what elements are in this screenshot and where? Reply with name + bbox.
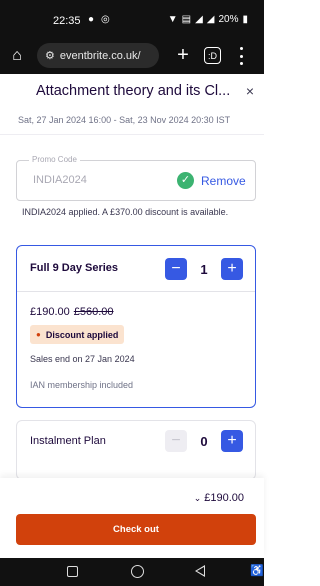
ticket-note: IAN membership included — [30, 380, 134, 390]
volte-icon: ▤ — [181, 14, 192, 25]
promo-code-value[interactable]: INDIA2024 — [33, 174, 87, 186]
order-total: £190.00 — [204, 492, 244, 504]
decrease-quantity-button[interactable]: − — [165, 430, 187, 452]
browser-toolbar: ⌂ ⚙ eventbrite.co.uk/ + :D — [0, 38, 264, 74]
increase-quantity-button[interactable]: + — [221, 258, 243, 280]
back-icon[interactable] — [195, 565, 205, 577]
battery-percent: 20% — [218, 14, 239, 25]
chevron-down-icon: ⌄ — [193, 493, 202, 503]
ticket-price: £190.00 £560.00 — [30, 306, 114, 318]
sales-end-text: Sales end on 27 Jan 2024 — [30, 354, 135, 364]
more-menu-icon[interactable] — [238, 47, 244, 65]
site-settings-icon[interactable]: ⚙ — [45, 49, 55, 62]
event-date-range: Sat, 27 Jan 2024 16:00 - Sat, 23 Nov 202… — [18, 115, 231, 125]
signal-icon: ◢ — [195, 14, 203, 25]
remove-promo-button[interactable]: Remove — [201, 174, 246, 188]
ticket-card-full-series[interactable]: Full 9 Day Series − 1 + £190.00 £560.00 ●… — [16, 245, 256, 408]
location-icon: ● — [88, 14, 95, 25]
checkout-button[interactable]: Check out — [16, 514, 256, 545]
page-title: Attachment theory and its Cl... — [36, 83, 231, 99]
ticket-quantity: 1 — [200, 262, 208, 277]
order-total-toggle[interactable]: ⌄ £190.00 — [194, 492, 244, 504]
discount-badge-label: Discount applied — [45, 329, 119, 340]
system-nav-bar: ♿ — [0, 558, 264, 586]
battery-icon: ▮ — [242, 14, 248, 25]
ticket-card-header: Full 9 Day Series − 1 + — [17, 246, 255, 292]
promo-applied-message: INDIA2024 applied. A £370.00 discount is… — [22, 207, 229, 217]
status-right: ▼ ▤ ◢ ◢ 20% ▮ — [168, 14, 248, 25]
ticket-quantity: 0 — [200, 434, 208, 449]
close-icon[interactable]: × — [243, 84, 257, 98]
wifi-icon: ▼ — [167, 14, 178, 25]
discounted-price: £190.00 — [30, 306, 70, 318]
accessibility-icon[interactable]: ♿ — [250, 564, 264, 577]
new-tab-button[interactable]: + — [172, 44, 194, 66]
recents-icon[interactable] — [67, 566, 78, 577]
ticket-name: Full 9 Day Series — [30, 262, 119, 274]
url-text: eventbrite.co.uk/ — [59, 49, 141, 62]
header-divider — [0, 134, 264, 135]
tab-switcher-button[interactable]: :D — [204, 47, 221, 64]
decrease-quantity-button[interactable]: − — [165, 258, 187, 280]
original-price: £560.00 — [73, 306, 114, 318]
home-nav-icon[interactable] — [131, 565, 144, 578]
signal-icon: ◢ — [206, 14, 215, 25]
address-bar[interactable]: ⚙ eventbrite.co.uk/ — [37, 43, 159, 68]
ticket-name: Instalment Plan — [30, 435, 106, 447]
promo-code-label: Promo Code — [29, 155, 80, 164]
status-time: 22:35 — [53, 15, 81, 27]
record-icon: ◎ — [101, 14, 110, 25]
ticket-card-instalment[interactable]: Instalment Plan − 0 + — [16, 420, 256, 480]
status-bar: 22:35 ● ◎ ▼ ▤ ◢ ◢ 20% ▮ — [0, 0, 264, 38]
promo-code-field[interactable]: Promo Code INDIA2024 ✓ Remove — [16, 155, 256, 201]
check-icon: ✓ — [177, 172, 194, 189]
order-footer: ⌄ £190.00 Check out — [0, 478, 264, 558]
increase-quantity-button[interactable]: + — [221, 430, 243, 452]
discount-badge: ● Discount applied — [30, 325, 125, 344]
home-icon[interactable]: ⌂ — [7, 46, 27, 66]
tag-icon: ● — [36, 330, 41, 339]
